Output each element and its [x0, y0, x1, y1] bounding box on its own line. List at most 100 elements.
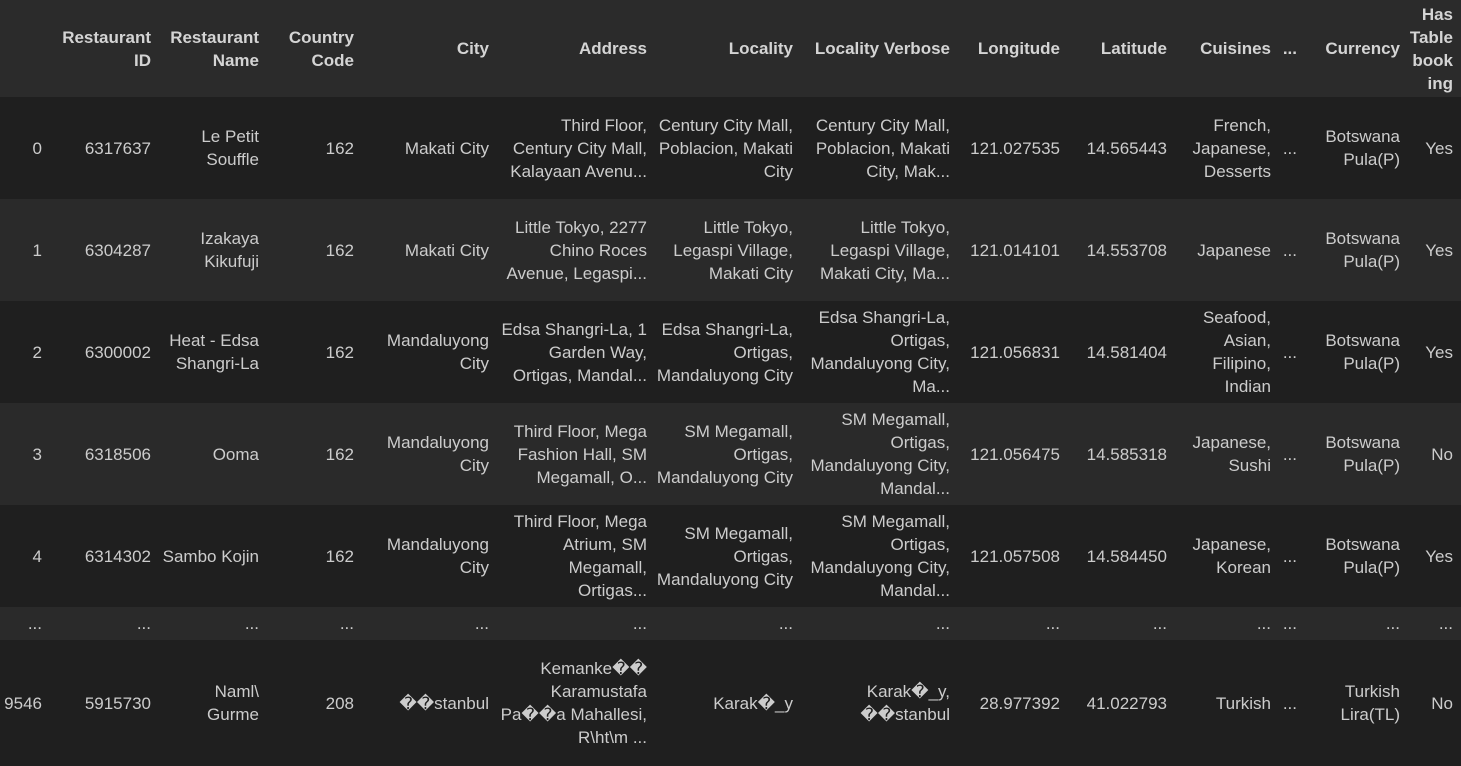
cell-locality-verbose: Century City Mall, Poblacion, Makati Cit… [815, 115, 950, 181]
cell-ellipsis: ... [1282, 240, 1297, 260]
table-row: 1 6304287 Izakaya Kikufuji 162 Makati Ci… [0, 199, 1461, 301]
cell-city: Mandaluyong City [386, 331, 489, 373]
cell-longitude: 121.014101 [970, 240, 1060, 260]
cell-locality: SM Megamall, Ortigas, Mandaluyong City [656, 421, 793, 487]
cell-latitude: 14.581404 [1086, 342, 1167, 362]
cell-restaurant-id: 6318506 [84, 444, 151, 464]
cell-latitude: 14.585318 [1086, 444, 1167, 464]
cell-ellipsis: ... [1282, 614, 1297, 633]
cell-country-code: 162 [325, 546, 354, 566]
cell-country-code: 162 [325, 342, 354, 362]
cell-latitude: 41.022793 [1086, 693, 1167, 713]
cell-locality: SM Megamall, Ortigas, Mandaluyong City [656, 523, 793, 589]
cell-ellipsis: ... [1282, 444, 1297, 464]
cell-has-table-booking: Yes [1425, 546, 1453, 566]
column-header-index [0, 0, 50, 97]
cell-restaurant-name: Naml\ Gurme [207, 682, 259, 724]
cell-restaurant-id: ... [136, 614, 151, 633]
row-index: 4 [32, 546, 42, 566]
cell-longitude: 121.056475 [970, 444, 1060, 464]
cell-latitude: 14.584450 [1086, 546, 1167, 566]
cell-longitude: 121.027535 [970, 138, 1060, 158]
cell-city: ��stanbul [399, 693, 489, 713]
cell-restaurant-id: 6304287 [84, 240, 151, 260]
column-header-address: Address [578, 39, 647, 58]
cell-cuisines: Japanese, Sushi [1192, 433, 1271, 475]
cell-locality: Century City Mall, Poblacion, Makati Cit… [658, 115, 793, 181]
cell-ellipsis: ... [1282, 342, 1297, 362]
cell-currency: Botswana Pula(P) [1325, 535, 1400, 577]
table-row: 0 6317637 Le Petit Souffle 162 Makati Ci… [0, 97, 1461, 199]
column-header-city: City [456, 39, 489, 58]
cell-longitude: 121.057508 [970, 546, 1060, 566]
cell-city: ... [474, 614, 489, 633]
cell-cuisines: ... [1256, 614, 1271, 633]
column-header-country-code: Country Code [288, 27, 354, 70]
row-index: 9546 [4, 693, 42, 713]
cell-currency: Botswana Pula(P) [1325, 127, 1400, 169]
column-header-ellipsis: ... [1282, 39, 1297, 58]
cell-ellipsis: ... [1282, 546, 1297, 566]
cell-has-table-booking: Yes [1425, 138, 1453, 158]
column-header-latitude: Latitude [1100, 39, 1167, 58]
row-index: ... [27, 614, 42, 633]
cell-restaurant-id: 6314302 [84, 546, 151, 566]
cell-latitude: 14.553708 [1086, 240, 1167, 260]
cell-ellipsis: ... [1282, 138, 1297, 158]
cell-currency: Turkish Lira(TL) [1340, 682, 1400, 724]
cell-country-code: 162 [325, 240, 354, 260]
row-index: 2 [32, 342, 42, 362]
cell-locality: Edsa Shangri-La, Ortigas, Mandaluyong Ci… [656, 319, 793, 385]
cell-address: Edsa Shangri-La, 1 Garden Way, Ortigas, … [501, 319, 647, 385]
cell-restaurant-name: Le Petit Souffle [201, 127, 259, 169]
column-header-currency: Currency [1325, 39, 1400, 58]
cell-country-code: 208 [325, 693, 354, 713]
cell-cuisines: Seafood, Asian, Filipino, Indian [1202, 308, 1271, 396]
column-header-has-table-booking: Has Table booking [1409, 4, 1453, 93]
cell-longitude: 121.056831 [970, 342, 1060, 362]
cell-cuisines: Japanese, Korean [1192, 535, 1271, 577]
column-header-longitude: Longitude [977, 39, 1060, 58]
table-row: 2 6300002 Heat - Edsa Shangri-La 162 Man… [0, 301, 1461, 403]
column-header-locality: Locality [728, 39, 793, 58]
column-header-cuisines: Cuisines [1200, 39, 1271, 58]
cell-locality: Karak�_y [713, 693, 793, 713]
cell-longitude: 28.977392 [979, 693, 1060, 713]
cell-restaurant-id: 6300002 [84, 342, 151, 362]
cell-restaurant-name: Sambo Kojin [162, 546, 259, 566]
table-row: 4 6314302 Sambo Kojin 162 Mandaluyong Ci… [0, 505, 1461, 607]
cell-longitude: ... [1045, 614, 1060, 633]
header-row: Restaurant ID Restaurant Name Country Co… [0, 0, 1461, 97]
dataframe-table: Restaurant ID Restaurant Name Country Co… [0, 0, 1461, 766]
cell-locality-verbose: ... [935, 614, 950, 633]
cell-country-code: ... [339, 614, 354, 633]
cell-restaurant-id: 5915730 [84, 693, 151, 713]
cell-locality-verbose: Karak�_y, ��stanbul [860, 682, 950, 724]
cell-address: ... [632, 614, 647, 633]
cell-locality-verbose: SM Megamall, Ortigas, Mandaluyong City, … [810, 512, 950, 600]
row-index: 1 [32, 240, 42, 260]
cell-has-table-booking: No [1431, 444, 1453, 464]
cell-locality-verbose: Little Tokyo, Legaspi Village, Makati Ci… [819, 217, 950, 283]
table-row: 3 6318506 Ooma 162 Mandaluyong City Thir… [0, 403, 1461, 505]
cell-latitude: ... [1152, 614, 1167, 633]
cell-currency: Botswana Pula(P) [1325, 229, 1400, 271]
cell-cuisines: Japanese [1197, 240, 1271, 260]
cell-country-code: 162 [325, 138, 354, 158]
cell-has-table-booking: Yes [1425, 342, 1453, 362]
cell-ellipsis: ... [1282, 693, 1297, 713]
cell-currency: Botswana Pula(P) [1325, 331, 1400, 373]
cell-locality-verbose: Edsa Shangri-La, Ortigas, Mandaluyong Ci… [810, 308, 950, 396]
cell-city: Makati City [404, 240, 489, 260]
cell-country-code: 162 [325, 444, 354, 464]
table-row: 9546 5915730 Naml\ Gurme 208 ��stanbul K… [0, 640, 1461, 766]
cell-has-table-booking: No [1431, 693, 1453, 713]
column-header-restaurant-id: Restaurant ID [62, 27, 151, 70]
row-index: 0 [32, 138, 42, 158]
cell-address: Kemanke�� Karamustafa Pa��a Mahallesi, R… [500, 659, 647, 747]
cell-has-table-booking: Yes [1425, 240, 1453, 260]
column-header-locality-verbose: Locality Verbose [814, 39, 950, 58]
cell-cuisines: Turkish [1215, 693, 1271, 713]
cell-city: Mandaluyong City [386, 433, 489, 475]
cell-address: Third Floor, Mega Atrium, SM Megamall, O… [513, 512, 647, 600]
